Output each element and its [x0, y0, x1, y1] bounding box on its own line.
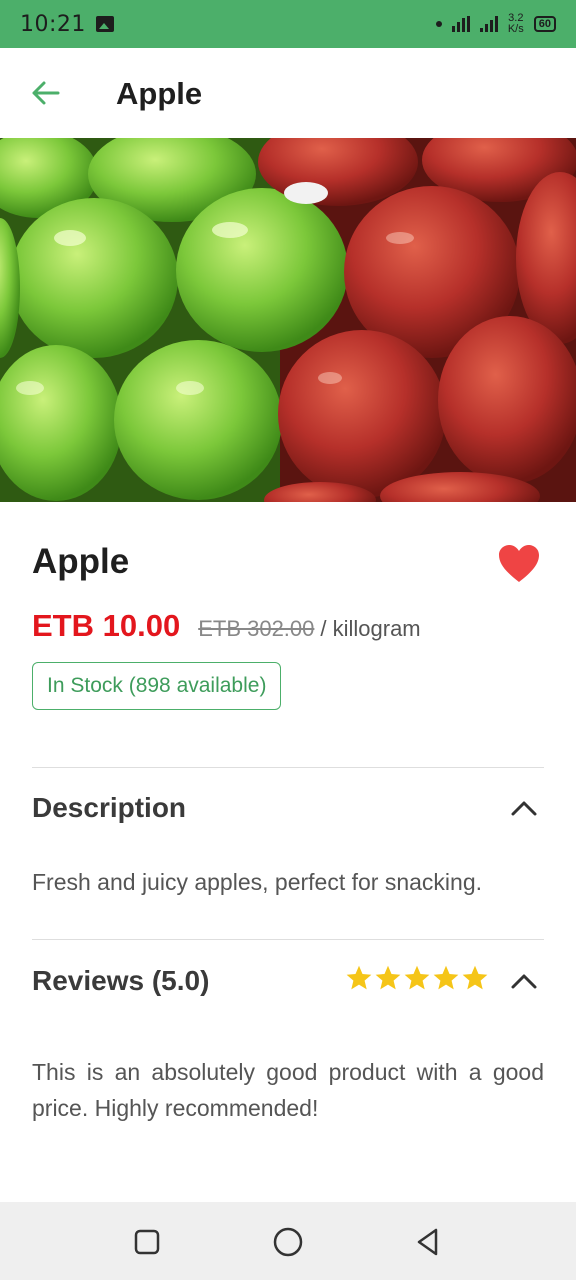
star-icon — [462, 965, 488, 990]
description-text: Fresh and juicy apples, perfect for snac… — [32, 869, 483, 895]
reviews-title: Reviews (5.0) — [32, 965, 210, 996]
battery-icon: 60 — [533, 16, 556, 32]
page-title: Apple — [116, 76, 203, 111]
star-icon — [375, 965, 401, 990]
star-icon — [404, 965, 430, 990]
system-nav-bar — [0, 1202, 576, 1280]
back-nav-button[interactable] — [407, 1220, 451, 1264]
recent-apps-button[interactable] — [125, 1220, 169, 1264]
reviews-collapse-button[interactable] — [508, 965, 540, 997]
stock-badge: In Stock (898 available) — [32, 662, 282, 710]
star-icon — [433, 965, 459, 990]
status-indicators: 3.2 K/s 60 — [435, 13, 556, 35]
description-collapse-button[interactable] — [508, 792, 540, 824]
arrow-left-icon — [32, 81, 60, 105]
signal-strength-2-icon — [479, 16, 498, 32]
status-time: 10:21 — [20, 11, 86, 37]
square-icon — [134, 1229, 160, 1255]
image-notification-icon — [95, 16, 114, 32]
divider — [32, 767, 544, 768]
network-speed-unit: K/s — [507, 23, 524, 35]
status-bar: 10:21 3.2 K/s 60 — [0, 0, 576, 48]
triangle-back-icon — [417, 1228, 438, 1256]
network-speed: 3.2 K/s — [508, 13, 524, 35]
product-name: Apple — [32, 542, 130, 581]
product-image — [0, 138, 576, 502]
notification-dot-icon — [435, 21, 442, 27]
back-button[interactable] — [28, 76, 62, 110]
chevron-up-icon — [511, 974, 537, 989]
original-price: ETB 302.00 — [198, 616, 315, 641]
chevron-up-icon — [511, 801, 537, 816]
description-title: Description — [32, 792, 187, 823]
heart-icon — [499, 545, 539, 582]
price-unit: / killogram — [320, 616, 421, 641]
app-bar: Apple — [0, 48, 576, 138]
price-row: ETB 10.00 ETB 302.00 / killogram — [32, 608, 421, 644]
home-button[interactable] — [266, 1220, 310, 1264]
current-price: ETB 10.00 — [32, 608, 181, 643]
review-text: This is an absolutely good product with … — [32, 1059, 544, 1121]
divider — [32, 939, 544, 940]
star-icon — [346, 965, 372, 990]
signal-strength-icon — [451, 16, 470, 32]
circle-icon — [273, 1227, 303, 1257]
favorite-button[interactable] — [496, 542, 542, 584]
rating-stars — [345, 964, 489, 992]
